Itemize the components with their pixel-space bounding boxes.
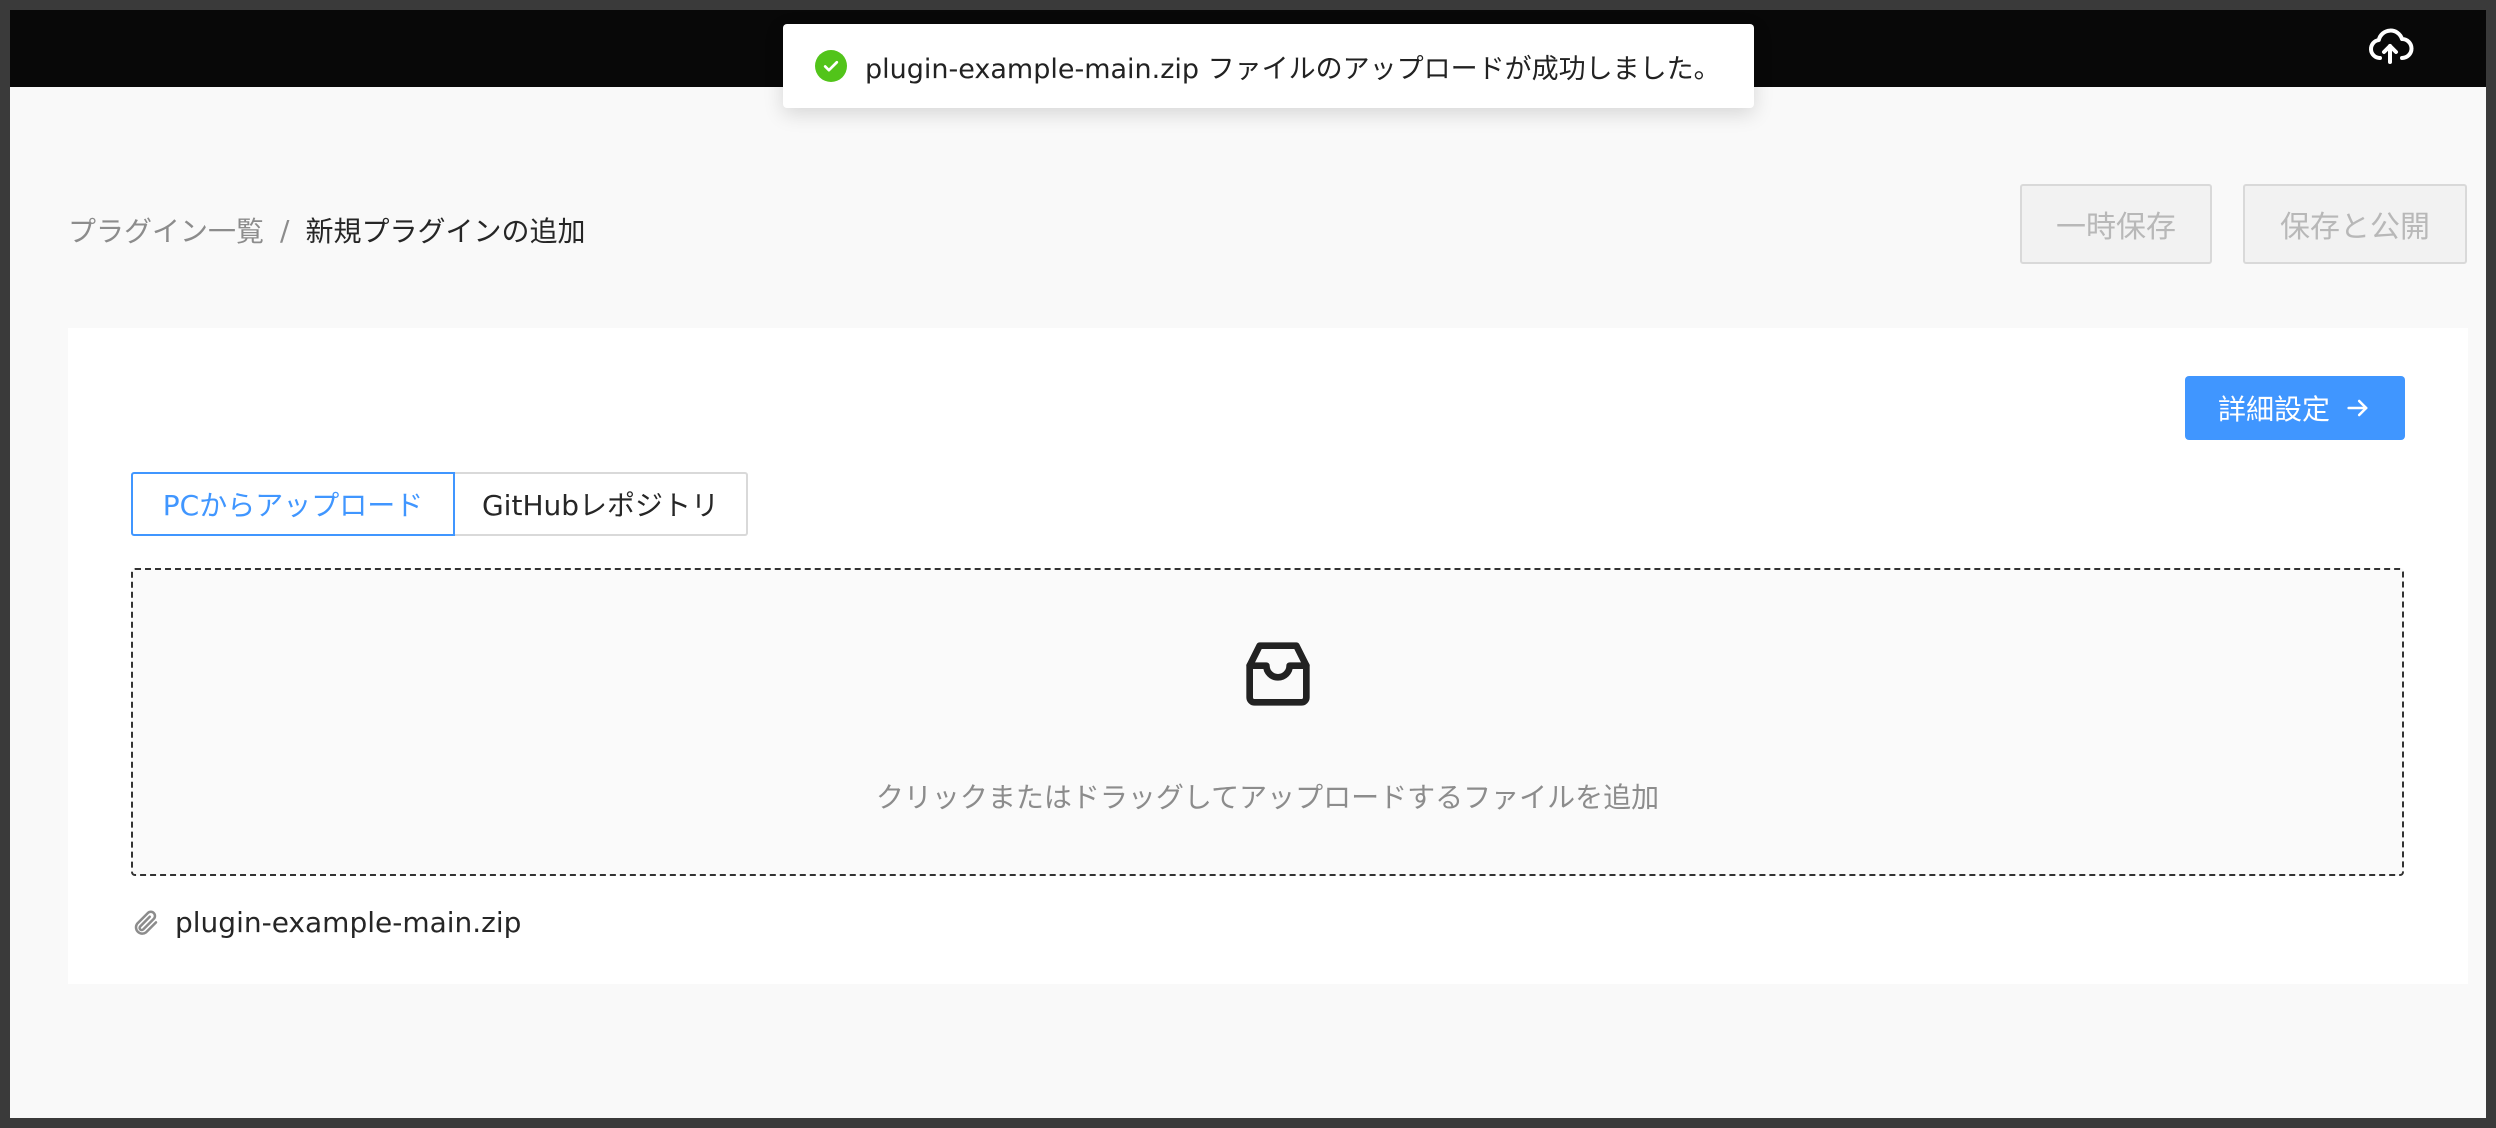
arrow-right-icon: [2347, 399, 2368, 417]
save-and-publish-button[interactable]: 保存と公開: [2243, 184, 2467, 264]
cloud-upload-icon[interactable]: [2366, 22, 2414, 70]
paperclip-icon: [134, 910, 158, 935]
uploaded-file-name[interactable]: plugin-example-main.zip: [175, 906, 521, 939]
save-draft-button[interactable]: 一時保存: [2020, 184, 2212, 264]
dropzone-hint: クリックまたはドラッグしてアップロードするファイルを追加: [875, 781, 1660, 814]
advanced-settings-button[interactable]: 詳細設定: [2185, 376, 2405, 440]
upload-source-tabs: PCからアップロード GitHubレポジトリ: [131, 472, 748, 536]
breadcrumb-plugin-list[interactable]: プラグイン一覧: [68, 210, 264, 250]
advanced-settings-label: 詳細設定: [2217, 393, 2330, 426]
success-toast: plugin-example-main.zip ファイルのアップロードが成功しま…: [783, 24, 1754, 108]
breadcrumb-current: 新規プラグインの追加: [305, 215, 586, 248]
tab-github-repository[interactable]: GitHubレポジトリ: [455, 472, 748, 536]
toast-message: plugin-example-main.zip ファイルのアップロードが成功しま…: [865, 53, 1721, 85]
breadcrumb-separator: /: [280, 213, 290, 247]
uploaded-file-item: plugin-example-main.zip: [131, 906, 521, 939]
breadcrumb: プラグイン一覧 / 新規プラグインの追加: [68, 210, 585, 250]
app-window: plugin-example-main.zip ファイルのアップロードが成功しま…: [10, 10, 2486, 1118]
file-dropzone[interactable]: クリックまたはドラッグしてアップロードするファイルを追加: [131, 568, 2404, 876]
tab-pc-upload[interactable]: PCからアップロード: [131, 472, 455, 536]
success-check-icon: [815, 50, 847, 82]
upload-card: 詳細設定 PCからアップロード GitHubレポジトリ クリックまたはドラッグし…: [68, 328, 2468, 984]
inbox-icon: [1246, 642, 1310, 706]
